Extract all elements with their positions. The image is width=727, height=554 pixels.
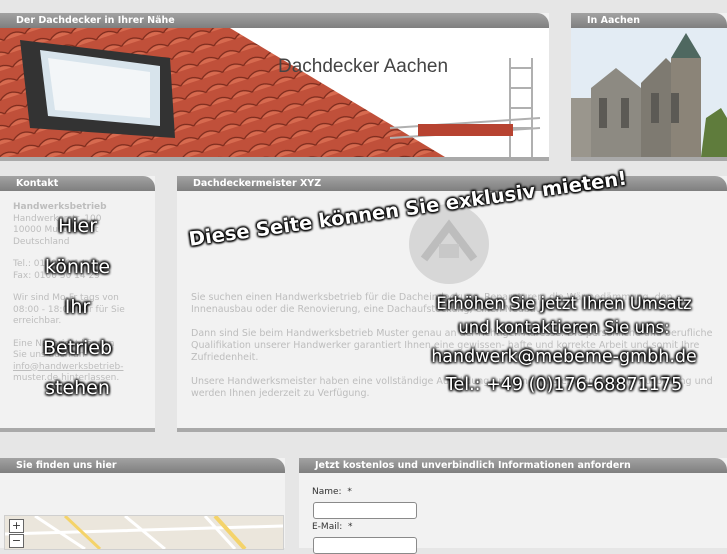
name-field[interactable] [313, 502, 417, 519]
email-field[interactable] [313, 537, 417, 554]
promo-word: Ihr [64, 296, 91, 318]
promo-line: und kontaktieren Sie uns: [458, 318, 670, 337]
promo-email[interactable]: handwerk@mebeme-gmbh.de [409, 345, 719, 369]
promo-phone: Tel.: +49 (0)176-68871175 [445, 375, 683, 395]
city-panel-title: In Aachen [587, 15, 640, 26]
cathedral-illustration [571, 28, 727, 157]
promo-line: Erhöhen Sie jetzt Ihren Umsatz [436, 294, 692, 313]
map-streets [5, 516, 283, 549]
promo-word: Betrieb [42, 336, 112, 359]
request-form-panel: Jetzt kostenlos und unverbindlich Inform… [299, 458, 727, 554]
contact-panel-title: Kontakt [16, 178, 59, 189]
city-panel-header: In Aachen [571, 13, 727, 28]
city-panel: In Aachen [571, 13, 727, 161]
promo-word: könnte [44, 255, 111, 278]
banner-image: Dachdecker Aachen [0, 28, 549, 157]
banner-heading: Dachdecker Aachen [278, 56, 448, 77]
map-zoom-out-button[interactable]: − [9, 534, 24, 548]
map-panel: Sie finden uns hier + − [0, 458, 285, 550]
email-required-mark: * [347, 522, 353, 532]
email-label-text: E-Mail: [312, 522, 343, 532]
map-panel-title: Sie finden uns hier [16, 460, 117, 471]
name-label: Name: * [312, 487, 352, 497]
contact-panel-header: Kontakt [0, 176, 155, 191]
main-panel-header: Dachdeckermeister XYZ [177, 176, 727, 191]
banner-panel-header: Der Dachdecker in Ihrer Nähe [0, 13, 549, 28]
main-panel-title: Dachdeckermeister XYZ [193, 178, 322, 189]
map-zoom-in-button[interactable]: + [9, 519, 24, 533]
promo-contact-block: Erhöhen Sie jetzt Ihren Umsatz und konta… [409, 292, 719, 397]
main-panel: Dachdeckermeister XYZ Sie suchen einen H… [177, 167, 727, 432]
promo-word: Hier [57, 215, 98, 237]
banner-panel-title: Der Dachdecker in Ihrer Nähe [16, 15, 175, 26]
name-label-text: Name: [312, 487, 342, 497]
name-required-mark: * [347, 487, 352, 497]
map-panel-header: Sie finden uns hier [0, 458, 285, 473]
banner-panel: Der Dachdecker in Ihrer Nähe Dachdecker … [0, 13, 549, 161]
request-form-header: Jetzt kostenlos und unverbindlich Inform… [299, 458, 727, 473]
roof-illustration: Dachdecker Aachen [0, 28, 541, 157]
request-form-title: Jetzt kostenlos und unverbindlich Inform… [315, 460, 631, 471]
contact-promo-overlay: Hier könnte Ihr Betrieb stehen [0, 206, 155, 409]
contact-panel: Kontakt Handwerksbetrieb Handwerkerstr. … [0, 176, 155, 432]
promo-word: stehen [45, 377, 110, 399]
email-label: E-Mail: * [312, 522, 352, 532]
cathedral-image [571, 28, 727, 157]
